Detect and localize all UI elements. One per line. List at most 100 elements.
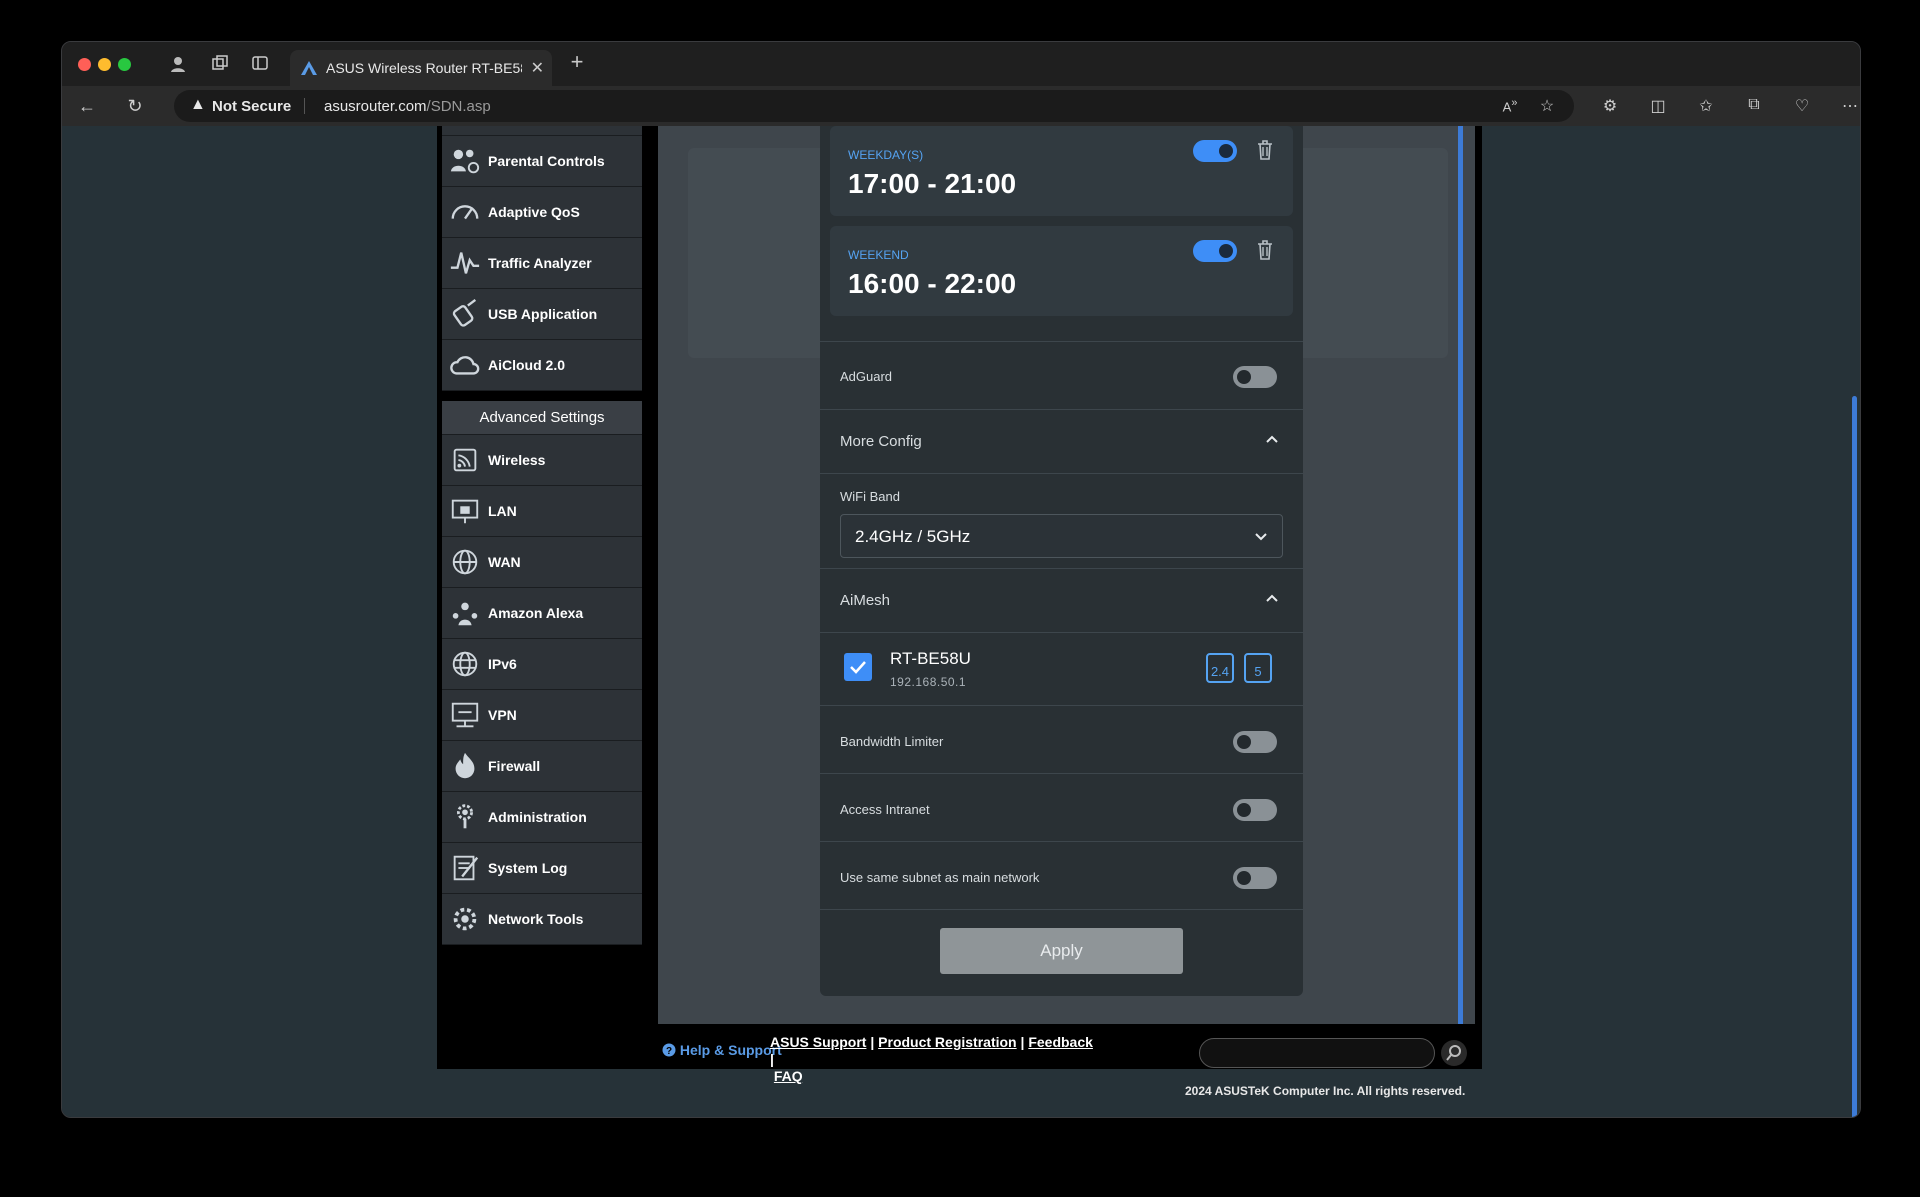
faq-link[interactable]: FAQ xyxy=(774,1068,803,1084)
url-text[interactable]: asusrouter.com/SDN.asp xyxy=(324,98,491,115)
schedule-weekday-toggle[interactable] xyxy=(1193,140,1237,162)
sidebar-item-label: IPv6 xyxy=(488,656,517,672)
reload-icon[interactable]: ↻ xyxy=(124,96,146,117)
url-path: /SDN.asp xyxy=(426,98,491,115)
page-scrollbar[interactable] xyxy=(1852,396,1857,1117)
read-aloud-icon[interactable]: A» xyxy=(1499,97,1521,114)
band-2g-icon: 2.4 xyxy=(1206,653,1234,683)
sidebar-item-firewall[interactable]: Firewall xyxy=(442,741,642,792)
security-label[interactable]: Not Secure xyxy=(212,98,291,115)
bandwidth-limiter-row: Bandwidth Limiter xyxy=(820,705,1303,773)
back-icon[interactable]: ← xyxy=(76,96,98,117)
search-button[interactable] xyxy=(1441,1040,1467,1066)
adguard-toggle[interactable] xyxy=(1233,366,1277,388)
workspaces-icon[interactable] xyxy=(210,54,230,74)
health-icon[interactable]: ♡ xyxy=(1791,96,1813,116)
aimesh-row[interactable]: AiMesh xyxy=(820,568,1303,632)
schedule-tag: WEEKDAY(S) xyxy=(848,148,924,162)
same-subnet-label: Use same subnet as main network xyxy=(840,870,1040,885)
same-subnet-row: Use same subnet as main network xyxy=(820,841,1303,909)
help-support-link[interactable]: ? Help & Support xyxy=(662,1042,782,1058)
favorites-icon[interactable]: ✩ xyxy=(1695,96,1717,116)
node-checkbox[interactable] xyxy=(844,653,872,681)
firewall-icon xyxy=(448,749,482,783)
aimesh-label: AiMesh xyxy=(840,592,891,609)
maximize-window-button[interactable] xyxy=(118,58,131,71)
sidebar-item-parental-controls[interactable]: Parental Controls xyxy=(442,136,642,187)
wifi-band-select[interactable]: 2.4GHz / 5GHz xyxy=(840,514,1283,558)
split-screen-icon[interactable]: ◫ xyxy=(1647,96,1669,116)
page-footer: ? Help & Support ASUS Support | Product … xyxy=(658,1026,1475,1084)
sidebar-item-label: Administration xyxy=(488,809,587,825)
schedule-time: 17:00 - 21:00 xyxy=(848,168,1017,199)
router-page: Parental Controls Adaptive QoS Traffic Ana… xyxy=(437,126,1482,1084)
apply-row: Apply xyxy=(820,909,1303,996)
same-subnet-toggle[interactable] xyxy=(1233,867,1277,889)
sidebar-item-adaptive-qos[interactable]: Adaptive QoS xyxy=(442,187,642,238)
chevron-up-icon[interactable] xyxy=(1265,591,1279,605)
footer-links: ASUS Support | Product Registration | Fe… xyxy=(770,1034,1093,1084)
sidebar-item-ipv6[interactable]: IPv6 xyxy=(442,639,642,690)
wifi-band-label: WiFi Band xyxy=(840,489,900,504)
sidebar-item-wireless[interactable]: Wireless xyxy=(442,435,642,486)
minimize-window-button[interactable] xyxy=(98,58,111,71)
new-tab-icon[interactable]: + xyxy=(567,51,587,73)
bandwidth-limiter-toggle[interactable] xyxy=(1233,731,1277,753)
more-config-row[interactable]: More Config xyxy=(820,409,1303,473)
chevron-down-icon xyxy=(1255,533,1267,541)
delete-schedule-icon[interactable] xyxy=(1255,139,1275,161)
sidebar-item-usb-application[interactable]: USB Application xyxy=(442,289,642,340)
product-registration-link[interactable]: Product Registration xyxy=(878,1034,1016,1050)
alexa-icon xyxy=(448,596,482,630)
band-5g-icon: 5 xyxy=(1244,653,1272,683)
sidebar-item-vpn[interactable]: VPN xyxy=(442,690,642,741)
collections-icon[interactable]: ⧉ xyxy=(1743,96,1765,114)
delete-schedule-icon[interactable] xyxy=(1255,239,1275,261)
help-support-label: Help & Support xyxy=(679,1042,782,1058)
sidebar-item-administration[interactable]: Administration xyxy=(442,792,642,843)
apply-button[interactable]: Apply xyxy=(940,928,1183,974)
tab-asus-router[interactable]: ASUS Wireless Router RT-BE58U ✕ xyxy=(290,50,552,86)
extensions-icon[interactable]: ⚙ xyxy=(1599,96,1621,116)
sidebar-item-label: USB Application xyxy=(488,306,598,322)
sidebar-item-label: VPN xyxy=(488,707,517,723)
sidebar-item-network-tools[interactable]: Network Tools xyxy=(442,894,642,945)
band-2g-label: 2.4 xyxy=(1210,664,1230,679)
sidebar-item-label: Adaptive QoS xyxy=(488,204,580,220)
sidebar-item-amazon-alexa[interactable]: Amazon Alexa xyxy=(442,588,642,639)
close-window-button[interactable] xyxy=(78,58,91,71)
tab-bar: ASUS Wireless Router RT-BE58U ✕ + xyxy=(62,42,1860,86)
schedule-card-weekday: WEEKDAY(S) 17:00 - 21:00 xyxy=(830,126,1293,216)
node-ip: 192.168.50.1 xyxy=(890,675,967,689)
wireless-icon xyxy=(448,443,482,477)
tab-actions-icon[interactable] xyxy=(250,54,270,74)
help-icon: ? xyxy=(662,1043,676,1057)
favorite-star-icon[interactable]: ☆ xyxy=(1536,96,1558,116)
access-intranet-row: Access Intranet xyxy=(820,773,1303,841)
sidebar-item-label: WAN xyxy=(488,554,521,570)
sidebar-item-wan[interactable]: WAN xyxy=(442,537,642,588)
close-tab-icon[interactable]: ✕ xyxy=(531,58,544,78)
access-intranet-label: Access Intranet xyxy=(840,802,930,817)
profile-icon[interactable] xyxy=(168,54,188,74)
sidebar-item-traffic-analyzer[interactable]: Traffic Analyzer xyxy=(442,238,642,289)
asus-support-link[interactable]: ASUS Support xyxy=(770,1034,866,1050)
footer-search-input[interactable] xyxy=(1199,1038,1435,1068)
wifi-band-row: WiFi Band 2.4GHz / 5GHz xyxy=(820,473,1303,568)
schedule-weekend-toggle[interactable] xyxy=(1193,240,1237,262)
aimesh-node-row: RT-BE58U 192.168.50.1 2.4 5 xyxy=(820,632,1303,705)
sidebar-item-lan[interactable]: LAN xyxy=(442,486,642,537)
address-bar-row: ← ↻ ▲ Not Secure asusrouter.com/SDN.asp … xyxy=(62,86,1860,126)
globe-icon xyxy=(448,545,482,579)
sidebar-item-system-log[interactable]: System Log xyxy=(442,843,642,894)
url-bar[interactable]: ▲ Not Secure asusrouter.com/SDN.asp A» ☆ xyxy=(174,90,1574,122)
access-intranet-toggle[interactable] xyxy=(1233,799,1277,821)
band-5g-label: 5 xyxy=(1254,664,1262,679)
sidebar-item-label: Traffic Analyzer xyxy=(488,255,592,271)
node-name: RT-BE58U xyxy=(890,649,971,668)
chevron-up-icon[interactable] xyxy=(1265,432,1279,446)
page-viewport: Parental Controls Adaptive QoS Traffic Ana… xyxy=(62,126,1860,1117)
feedback-link[interactable]: Feedback xyxy=(1028,1034,1093,1050)
sidebar-item-aicloud-2-0[interactable]: AiCloud 2.0 xyxy=(442,340,642,391)
more-menu-icon[interactable]: ⋯ xyxy=(1839,96,1860,116)
